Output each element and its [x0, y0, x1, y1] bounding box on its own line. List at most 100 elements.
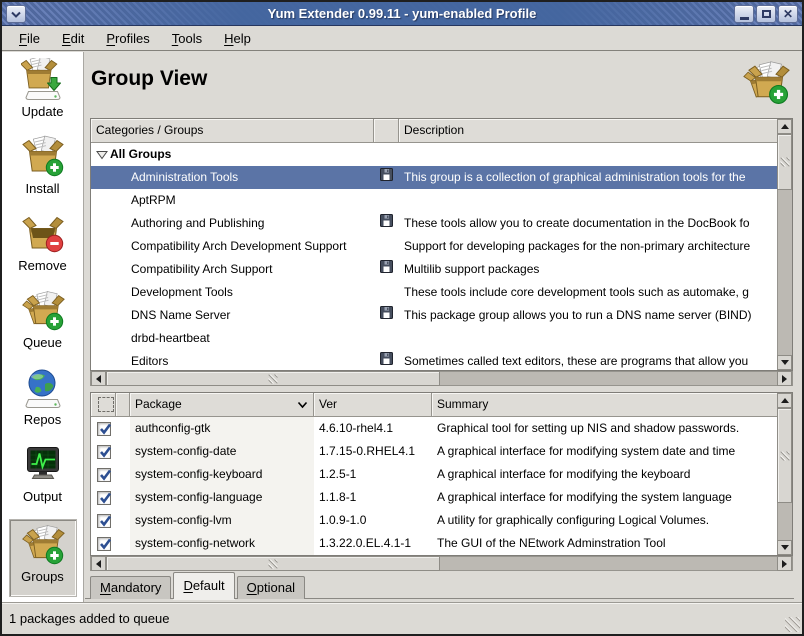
group-row[interactable]: Compatibility Arch Support Multilib supp… [91, 258, 777, 281]
group-row[interactable]: Administration Tools This group is a col… [91, 166, 777, 189]
package-ver: 1.2.5-1 [314, 463, 432, 486]
tab-default[interactable]: Default [173, 572, 234, 599]
arrow-up-icon [781, 394, 789, 403]
menubar: FileEditProfilesToolsHelp [2, 26, 802, 51]
arrow-up-icon [781, 120, 789, 129]
package-row[interactable]: system-config-language 1.1.8-1 A graphic… [91, 486, 777, 509]
menu-edit[interactable]: Edit [53, 28, 93, 49]
column-header-summary[interactable]: Summary [432, 393, 777, 417]
sidebar-item-repos[interactable]: Repos [10, 366, 76, 439]
package-name: system-config-keyboard [130, 463, 314, 486]
group-vertical-scrollbar[interactable] [777, 119, 792, 370]
column-header-package[interactable]: Package [130, 393, 314, 417]
menu-file[interactable]: File [10, 28, 49, 49]
window-title: Yum Extender 0.99.11 - yum-enabled Profi… [2, 2, 802, 26]
group-row[interactable]: DNS Name Server This package group allow… [91, 304, 777, 327]
close-button[interactable]: ✕ [778, 5, 798, 23]
scroll-left-button[interactable] [91, 371, 106, 386]
group-row[interactable]: Development Tools These tools include co… [91, 281, 777, 304]
group-description: This group is a collection of graphical … [404, 170, 746, 184]
column-header-checkbox[interactable] [91, 393, 116, 417]
scroll-right-button[interactable] [777, 371, 792, 386]
package-checkbox[interactable] [97, 445, 111, 459]
column-header-description[interactable]: Description [399, 119, 777, 143]
minimize-button[interactable] [734, 5, 754, 23]
groups-icon [21, 523, 65, 567]
column-header-status[interactable] [116, 393, 130, 417]
menu-tools[interactable]: Tools [163, 28, 211, 49]
group-description: Multilib support packages [404, 262, 539, 276]
yum-extender-window: Yum Extender 0.99.11 - yum-enabled Profi… [0, 0, 804, 636]
tab-mnemonic: O [247, 580, 257, 595]
sidebar-item-groups[interactable]: Groups [10, 520, 76, 596]
scrollbar-thumb[interactable] [777, 408, 792, 503]
menu-help[interactable]: Help [215, 28, 260, 49]
scrollbar-thumb[interactable] [106, 556, 440, 571]
sidebar-item-output[interactable]: Output [10, 443, 76, 516]
menu-profiles[interactable]: Profiles [97, 28, 158, 49]
sidebar-item-label: Queue [23, 335, 62, 350]
group-horizontal-scrollbar[interactable] [90, 371, 793, 386]
package-row[interactable]: system-config-date 1.7.15-0.RHEL4.1 A gr… [91, 440, 777, 463]
packages-horizontal-scrollbar[interactable] [90, 556, 793, 571]
sort-indicator-icon [297, 401, 308, 409]
expander-open-icon[interactable] [94, 150, 110, 160]
update-icon [21, 58, 65, 102]
sidebar-item-label: Update [22, 104, 64, 119]
package-ver: 1.0.9-1.0 [314, 509, 432, 532]
package-row[interactable]: system-config-keyboard 1.2.5-1 A graphic… [91, 463, 777, 486]
sidebar-item-queue[interactable]: Queue [10, 289, 76, 362]
package-checkbox[interactable] [97, 537, 111, 551]
package-checkbox[interactable] [97, 422, 111, 436]
package-summary: A graphical interface for modifying syst… [432, 440, 777, 463]
group-row[interactable]: All Groups [91, 143, 777, 166]
sidebar-item-remove[interactable]: Remove [10, 212, 76, 285]
group-row[interactable]: drbd-heartbeat [91, 327, 777, 350]
group-description: Support for developing packages for the … [404, 239, 750, 253]
column-header-ver[interactable]: Ver [314, 393, 432, 417]
sidebar-item-install[interactable]: Install [10, 135, 76, 208]
scroll-left-button[interactable] [91, 556, 106, 571]
group-name: Development Tools [131, 281, 233, 304]
queue-icon [21, 289, 65, 333]
window-menu-icon [11, 11, 21, 18]
tab-mandatory[interactable]: Mandatory [90, 576, 171, 599]
scroll-up-button[interactable] [777, 119, 792, 134]
packages-vertical-scrollbar[interactable] [777, 393, 792, 555]
resize-grip-icon[interactable] [785, 617, 800, 632]
group-row[interactable]: AptRPM [91, 189, 777, 212]
tab-optional[interactable]: Optional [237, 576, 305, 599]
group-row[interactable]: Compatibility Arch Development Support S… [91, 235, 777, 258]
output-icon [21, 443, 65, 487]
window-menu-button[interactable] [6, 5, 26, 23]
sidebar-item-update[interactable]: Update [10, 58, 76, 131]
scroll-up-button[interactable] [777, 393, 792, 408]
scroll-right-button[interactable] [777, 556, 792, 571]
scrollbar-thumb[interactable] [777, 134, 792, 190]
column-header-categories-groups[interactable]: Categories / Groups [91, 119, 374, 143]
scroll-down-button[interactable] [777, 355, 792, 370]
installed-floppy-icon [380, 166, 393, 189]
group-description: These tools allow you to create document… [404, 216, 750, 230]
scrollbar-thumb[interactable] [106, 371, 440, 386]
scroll-down-button[interactable] [777, 540, 792, 555]
group-name: drbd-heartbeat [131, 327, 210, 350]
package-row[interactable]: system-config-lvm 1.0.9-1.0 A utility fo… [91, 509, 777, 532]
package-row[interactable]: authconfig-gtk 4.6.10-rhel4.1 Graphical … [91, 417, 777, 440]
column-header-installed[interactable] [374, 119, 399, 143]
group-name: AptRPM [131, 189, 176, 212]
package-checkbox[interactable] [97, 491, 111, 505]
statusbar: 1 packages added to queue [2, 602, 802, 634]
titlebar[interactable]: Yum Extender 0.99.11 - yum-enabled Profi… [2, 2, 802, 26]
menu-mnemonic: E [62, 31, 71, 46]
package-name: authconfig-gtk [130, 417, 314, 440]
group-row[interactable]: Authoring and Publishing These tools all… [91, 212, 777, 235]
group-name: Editors [131, 350, 168, 370]
group-row[interactable]: Editors Sometimes called text editors, t… [91, 350, 777, 370]
package-checkbox[interactable] [97, 468, 111, 482]
group-description: This package group allows you to run a D… [404, 308, 751, 322]
package-row[interactable]: system-config-network 1.3.22.0.EL.4.1-1 … [91, 532, 777, 555]
package-checkbox[interactable] [97, 514, 111, 528]
package-summary: A utility for graphically configuring Lo… [432, 509, 777, 532]
maximize-button[interactable] [756, 5, 776, 23]
